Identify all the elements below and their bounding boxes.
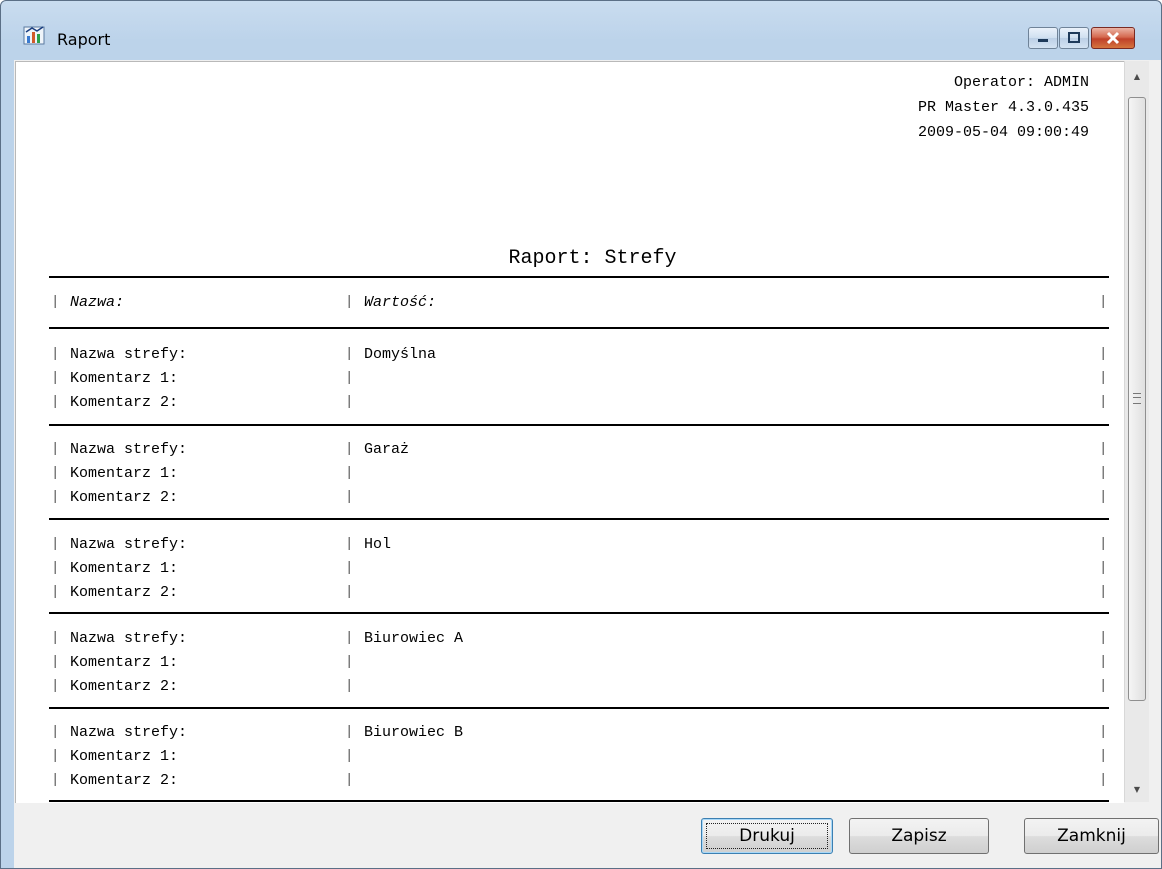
- zone-name-label: Nazwa strefy:: [70, 346, 188, 363]
- column-header-value: Wartość:: [364, 294, 437, 311]
- record-rule: [49, 612, 1109, 614]
- zone-name-label: Nazwa strefy:: [70, 724, 188, 741]
- zone-name-value: Biurowiec A: [364, 630, 464, 647]
- report-app-icon: [23, 26, 45, 45]
- close-icon: [1106, 31, 1120, 45]
- maximize-button[interactable]: [1059, 27, 1089, 49]
- close-button[interactable]: Zamknij: [1024, 818, 1159, 854]
- minimize-button[interactable]: [1028, 27, 1058, 49]
- grip-icon: [1133, 393, 1141, 404]
- scroll-thumb[interactable]: [1128, 97, 1146, 701]
- comment2-label: Komentarz 2:: [70, 584, 179, 601]
- scroll-up-button[interactable]: ▲: [1125, 63, 1149, 89]
- dialog-body: Operator: ADMIN PR Master 4.3.0.435 2009…: [14, 60, 1161, 868]
- comment2-label: Komentarz 2:: [70, 772, 179, 789]
- record-rule: [49, 707, 1109, 709]
- record-rule: [49, 800, 1109, 802]
- comment2-label: Komentarz 2:: [70, 489, 179, 506]
- arrow-down-icon: ▼: [1133, 784, 1141, 794]
- zone-name-value: Garaż: [364, 441, 410, 458]
- maximize-icon: [1068, 32, 1080, 43]
- arrow-up-icon: ▲: [1133, 71, 1141, 81]
- comment2-label: Komentarz 2:: [70, 678, 179, 695]
- report-window: Raport Operator: ADMIN PR Master 4.3.0.4…: [0, 0, 1162, 869]
- zone-name-value: Biurowiec B: [364, 724, 464, 741]
- zone-name-label: Nazwa strefy:: [70, 630, 188, 647]
- close-window-button[interactable]: [1091, 27, 1135, 49]
- comment1-label: Komentarz 1:: [70, 370, 179, 387]
- scroll-down-button[interactable]: ▼: [1125, 776, 1149, 802]
- comment1-label: Komentarz 1:: [70, 465, 179, 482]
- save-button[interactable]: Zapisz: [849, 818, 989, 854]
- report-view[interactable]: Operator: ADMIN PR Master 4.3.0.435 2009…: [15, 61, 1124, 803]
- zone-name-value: Hol: [364, 536, 392, 553]
- version-line: PR Master 4.3.0.435: [917, 99, 1089, 116]
- print-button[interactable]: Drukuj: [701, 818, 833, 854]
- comment1-label: Komentarz 1:: [70, 560, 179, 577]
- zone-name-label: Nazwa strefy:: [70, 441, 188, 458]
- column-header-name: Nazwa:: [70, 294, 125, 311]
- operator-line: Operator: ADMIN: [953, 74, 1089, 91]
- header-rule: [49, 327, 1109, 329]
- comment1-label: Komentarz 1:: [70, 748, 179, 765]
- comment1-label: Komentarz 1:: [70, 654, 179, 671]
- title-bar[interactable]: Raport: [1, 1, 1161, 59]
- minimize-icon: [1038, 39, 1048, 42]
- comment2-label: Komentarz 2:: [70, 394, 179, 411]
- window-title: Raport: [57, 30, 111, 49]
- record-rule: [49, 424, 1109, 426]
- vertical-scrollbar[interactable]: ▲ ▼: [1124, 61, 1149, 802]
- report-title: Raport: Strefy: [508, 247, 677, 270]
- zone-name-label: Nazwa strefy:: [70, 536, 188, 553]
- record-rule: [49, 518, 1109, 520]
- zone-name-value: Domyślna: [364, 346, 437, 363]
- timestamp-line: 2009-05-04 09:00:49: [917, 124, 1089, 141]
- table-top-rule: [49, 276, 1109, 278]
